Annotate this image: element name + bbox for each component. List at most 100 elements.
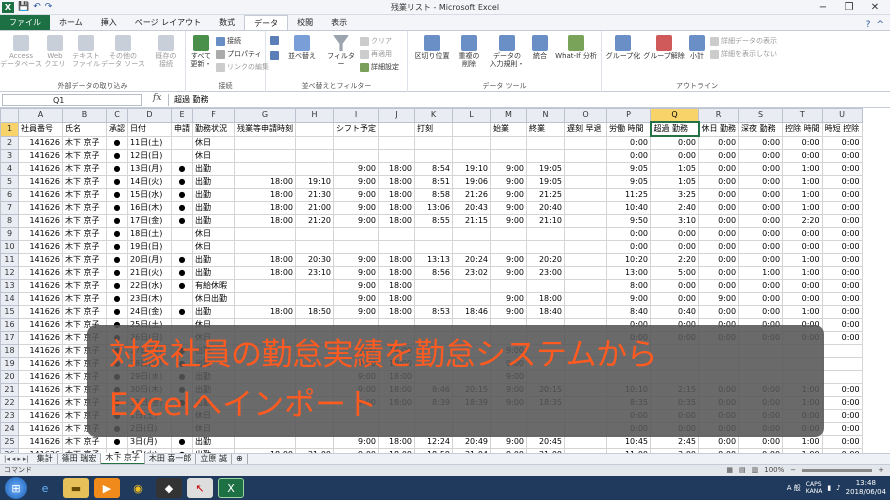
cell[interactable]: 21:25 <box>526 188 565 202</box>
cell[interactable] <box>378 149 415 163</box>
cell[interactable]: 木下 京子 <box>62 227 107 241</box>
cell[interactable]: 0:00 <box>821 279 863 293</box>
cell[interactable]: 13日(月) <box>127 162 172 176</box>
cell[interactable]: 9:00 <box>490 305 527 319</box>
cell[interactable]: ● <box>106 305 128 319</box>
connections-button[interactable]: 接続 <box>216 36 241 46</box>
cell[interactable]: 23:00 <box>526 266 565 280</box>
cell[interactable]: 1:00 <box>782 201 823 215</box>
row-header[interactable]: 8 <box>0 214 19 228</box>
cell[interactable]: 8:54 <box>414 162 453 176</box>
ie-icon[interactable]: e <box>32 478 58 498</box>
cell[interactable]: 141626 <box>18 149 63 163</box>
cell[interactable]: 13:13 <box>414 253 453 267</box>
cell[interactable]: 0:00 <box>697 162 740 176</box>
cell[interactable]: 141626 <box>18 318 63 332</box>
cell[interactable] <box>234 227 296 241</box>
cell[interactable]: ● <box>106 279 128 293</box>
cell[interactable]: 0:00 <box>821 201 863 215</box>
cell[interactable]: 残業等申請時刻 <box>234 121 296 137</box>
formula-input[interactable]: 超過 勤務 <box>168 94 888 106</box>
prev-sheet-icon[interactable]: ◂ <box>12 455 16 463</box>
cell[interactable] <box>564 435 607 449</box>
cell[interactable]: 0:00 <box>821 318 863 332</box>
cell[interactable] <box>526 279 565 293</box>
cell[interactable]: 20:43 <box>452 201 491 215</box>
cell[interactable]: 1:00 <box>738 266 784 280</box>
cell[interactable]: 18:00 <box>378 253 415 267</box>
cell[interactable]: 10:45 <box>606 435 651 449</box>
redo-icon[interactable]: ↷ <box>45 0 53 15</box>
save-icon[interactable]: 💾 <box>18 0 29 15</box>
column-header-F[interactable]: F <box>192 108 235 123</box>
cell[interactable] <box>234 435 296 449</box>
cell[interactable] <box>490 135 527 150</box>
sort-descending-button[interactable] <box>270 51 279 60</box>
cell[interactable]: ● <box>106 135 128 150</box>
cell[interactable] <box>295 435 334 449</box>
cell[interactable]: 141626 <box>18 227 63 241</box>
cell[interactable]: 0:40 <box>650 305 699 319</box>
cell[interactable] <box>490 279 527 293</box>
cell[interactable]: 0:00 <box>738 240 784 254</box>
restore-button[interactable]: ❐ <box>836 0 862 15</box>
sheet-tab[interactable]: 立原 誠 <box>196 454 232 464</box>
cell[interactable]: 木下 京子 <box>62 214 107 228</box>
cell[interactable]: 8:58 <box>414 188 453 202</box>
cell[interactable]: 休日 <box>192 149 235 163</box>
cell[interactable]: 3:25 <box>650 188 699 202</box>
cell[interactable] <box>171 292 193 306</box>
group-button[interactable]: グループ化 <box>604 35 642 60</box>
cell[interactable]: 9:00 <box>333 253 379 267</box>
cell[interactable]: 0:00 <box>821 175 863 189</box>
cell[interactable]: 18:00 <box>526 292 565 306</box>
cell[interactable]: ● <box>106 201 128 215</box>
cell[interactable] <box>452 149 491 163</box>
cell[interactable]: 8:40 <box>606 305 651 319</box>
app-icon[interactable]: ◆ <box>156 478 182 498</box>
cell[interactable]: 8:00 <box>606 279 651 293</box>
cell[interactable]: 13:06 <box>414 201 453 215</box>
cell[interactable]: 0:00 <box>606 135 651 150</box>
clock[interactable]: 13:48 2018/06/04 <box>846 479 886 497</box>
page-break-view-icon[interactable]: ▥ <box>752 465 759 476</box>
cell[interactable] <box>452 227 491 241</box>
cell[interactable]: 18:00 <box>378 175 415 189</box>
cell[interactable] <box>171 227 193 241</box>
cell[interactable]: 9:00 <box>333 162 379 176</box>
cell[interactable]: ● <box>106 435 128 449</box>
cell[interactable]: 18:00 <box>378 435 415 449</box>
cell[interactable]: 20日(月) <box>127 253 172 267</box>
column-header-C[interactable]: C <box>106 108 128 123</box>
select-all-corner[interactable] <box>0 108 19 123</box>
cell[interactable]: 出勤 <box>192 162 235 176</box>
cell[interactable] <box>452 292 491 306</box>
column-header-Q[interactable]: Q <box>650 108 699 123</box>
column-header-T[interactable]: T <box>782 108 823 123</box>
cell[interactable]: 0:00 <box>821 253 863 267</box>
column-header-S[interactable]: S <box>738 108 784 123</box>
app-red-icon[interactable]: ↖ <box>187 478 213 498</box>
cell[interactable]: 木下 京子 <box>62 435 107 449</box>
cell[interactable]: 0:00 <box>697 188 740 202</box>
cell[interactable]: 18:50 <box>295 305 334 319</box>
cell[interactable]: 0:00 <box>738 227 784 241</box>
cell[interactable]: ● <box>106 240 128 254</box>
cell[interactable] <box>564 149 607 163</box>
cell[interactable] <box>821 344 863 358</box>
cell[interactable]: 0:00 <box>821 266 863 280</box>
cell[interactable]: ● <box>171 201 193 215</box>
cell[interactable]: 21:15 <box>452 214 491 228</box>
cell[interactable] <box>333 135 379 150</box>
cell[interactable]: 9:00 <box>333 279 379 293</box>
cell[interactable]: 0:00 <box>738 162 784 176</box>
cell[interactable]: 8:53 <box>414 305 453 319</box>
cell[interactable]: 23:10 <box>295 266 334 280</box>
cell[interactable]: 11:25 <box>606 188 651 202</box>
sort-ascending-button[interactable] <box>270 36 279 45</box>
cell[interactable]: 20:20 <box>526 253 565 267</box>
row-header[interactable]: 22 <box>0 396 19 410</box>
ime-indicator[interactable]: A 般 <box>787 483 801 493</box>
cell[interactable]: 9:00 <box>490 435 527 449</box>
cell[interactable]: 19:06 <box>452 175 491 189</box>
